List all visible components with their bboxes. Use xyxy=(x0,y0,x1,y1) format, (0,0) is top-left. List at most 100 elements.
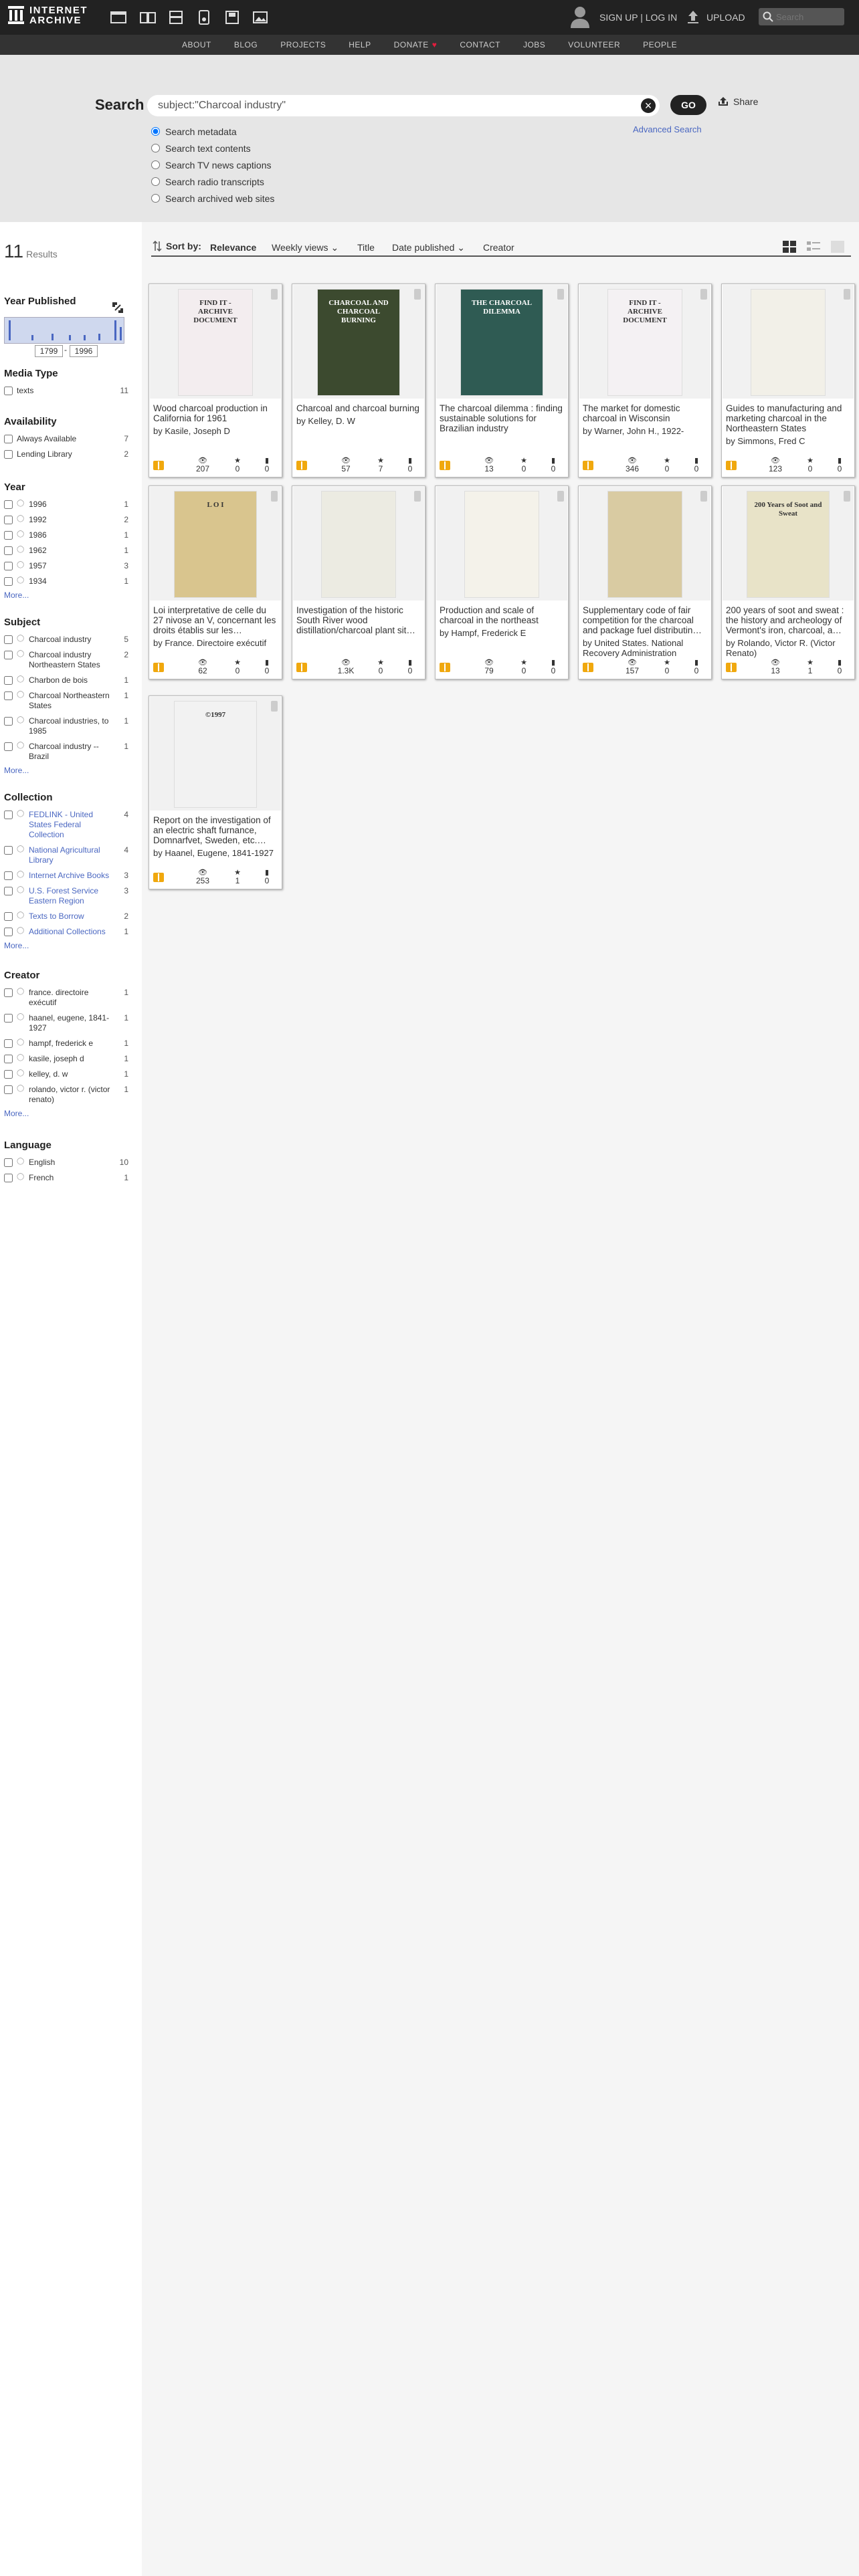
facet-row[interactable]: ◯ 1986 1 xyxy=(4,530,128,540)
facet-checkbox[interactable] xyxy=(4,1055,13,1063)
facet-checkbox[interactable] xyxy=(4,912,13,921)
tile-title[interactable]: Guides to manufacturing and marketing ch… xyxy=(726,403,850,433)
tile-thumbnail[interactable] xyxy=(579,487,710,601)
bookmark-icon[interactable] xyxy=(271,701,278,712)
search-icon[interactable] xyxy=(763,11,773,22)
facet-row[interactable]: Always Available 7 xyxy=(4,434,128,444)
facet-checkbox[interactable] xyxy=(4,811,13,819)
eye-icon[interactable]: ◯ xyxy=(17,1013,26,1021)
result-tile[interactable]: Supplementary code of fair competition f… xyxy=(578,486,712,679)
result-tile[interactable]: FIND IT - ARCHIVE DOCUMENT The market for… xyxy=(578,284,712,477)
signup-login-link[interactable]: SIGN UP | LOG IN xyxy=(599,12,677,23)
upload-icon[interactable] xyxy=(686,9,700,24)
facet-checkbox[interactable] xyxy=(4,435,13,443)
nav-donate[interactable]: DONATE ♥ xyxy=(394,40,438,49)
tile-thumbnail[interactable]: CHARCOAL AND CHARCOAL BURNING xyxy=(293,285,424,399)
expand-icon[interactable] xyxy=(112,302,123,313)
nav-about[interactable]: ABOUT xyxy=(182,40,211,49)
radio-search-web[interactable]: Search archived web sites xyxy=(151,190,274,207)
result-tile[interactable]: L O I Loi interpretative de celle du 27 n… xyxy=(149,486,282,679)
radio-input[interactable] xyxy=(151,160,160,169)
nav-blog[interactable]: BLOG xyxy=(234,40,258,49)
eye-icon[interactable]: ◯ xyxy=(17,635,26,642)
nav-people[interactable]: PEOPLE xyxy=(643,40,677,49)
facet-row[interactable]: ◯ rolando, victor r. (victor renato) 1 xyxy=(4,1085,128,1105)
facet-row[interactable]: ◯ Charcoal industry Northeastern States 2 xyxy=(4,650,128,670)
eye-icon[interactable]: ◯ xyxy=(17,871,26,878)
result-tile[interactable]: Investigation of the historic South Rive… xyxy=(292,486,425,679)
facet-checkbox[interactable] xyxy=(4,577,13,586)
nav-projects[interactable]: PROJECTS xyxy=(280,40,326,49)
tile-thumbnail[interactable]: FIND IT - ARCHIVE DOCUMENT xyxy=(579,285,710,399)
facet-row[interactable]: ◯ 1957 3 xyxy=(4,561,128,571)
facet-row[interactable]: ◯ National Agricultural Library 4 xyxy=(4,845,128,865)
eye-icon[interactable]: ◯ xyxy=(17,845,26,853)
tile-title[interactable]: Production and scale of charcoal in the … xyxy=(440,605,564,625)
more-link[interactable]: More... xyxy=(4,591,128,600)
facet-row[interactable]: Lending Library 2 xyxy=(4,449,128,459)
software-icon[interactable] xyxy=(223,9,241,25)
sort-date-published[interactable]: Date published ⌄ xyxy=(392,242,465,253)
facet-row[interactable]: ◯ English 10 xyxy=(4,1158,128,1168)
eye-icon[interactable]: ◯ xyxy=(17,500,26,507)
radio-search-tv[interactable]: Search TV news captions xyxy=(151,156,274,173)
tile-thumbnail[interactable]: L O I xyxy=(150,487,281,601)
facet-checkbox[interactable] xyxy=(4,635,13,644)
facet-row[interactable]: ◯ Charcoal industries, to 1985 1 xyxy=(4,716,128,736)
eye-icon[interactable]: ◯ xyxy=(17,911,26,919)
result-tile[interactable]: FIND IT - ARCHIVE DOCUMENT Wood charcoal … xyxy=(149,284,282,477)
facet-row[interactable]: ◯ Internet Archive Books 3 xyxy=(4,871,128,881)
bookmark-icon[interactable] xyxy=(844,289,850,300)
eye-icon[interactable]: ◯ xyxy=(17,1158,26,1165)
radio-input[interactable] xyxy=(151,194,160,203)
tile-creator[interactable]: by Rolando, Victor R. (Victor Renato) xyxy=(726,638,850,658)
tile-title[interactable]: Loi interpretative de celle du 27 nivose… xyxy=(153,605,278,635)
nav-help[interactable]: HELP xyxy=(349,40,371,49)
more-link[interactable]: More... xyxy=(4,766,128,775)
top-search-box[interactable] xyxy=(759,8,844,25)
bookmark-icon[interactable] xyxy=(271,289,278,300)
facet-checkbox[interactable] xyxy=(4,691,13,700)
facet-checkbox[interactable] xyxy=(4,1070,13,1079)
search-query-input[interactable] xyxy=(158,98,626,113)
year-histogram[interactable]: 1799 - 1996 xyxy=(4,302,124,357)
audio-icon[interactable] xyxy=(195,9,213,25)
tile-creator[interactable]: by Kasile, Joseph D xyxy=(153,426,278,436)
facet-row[interactable]: ◯ 1962 1 xyxy=(4,546,128,556)
video-icon[interactable] xyxy=(167,9,185,25)
facet-row[interactable]: ◯ FEDLINK - United States Federal Collect… xyxy=(4,810,128,840)
tile-creator[interactable]: by Simmons, Fred C xyxy=(726,436,850,446)
facet-checkbox[interactable] xyxy=(4,500,13,509)
compact-view-icon[interactable] xyxy=(830,239,846,254)
eye-icon[interactable]: ◯ xyxy=(17,1039,26,1046)
facet-checkbox[interactable] xyxy=(4,1014,13,1023)
result-tile[interactable]: Production and scale of charcoal in the … xyxy=(435,486,569,679)
bookmark-icon[interactable] xyxy=(700,491,707,502)
tile-title[interactable]: Report on the investigation of an electr… xyxy=(153,815,278,845)
tile-creator[interactable]: by Haanel, Eugene, 1841-1927 xyxy=(153,848,278,858)
tile-title[interactable]: Charcoal and charcoal burning xyxy=(296,403,421,413)
facet-checkbox[interactable] xyxy=(4,1039,13,1048)
bookmark-icon[interactable] xyxy=(414,289,421,300)
nav-contact[interactable]: CONTACT xyxy=(460,40,500,49)
facet-row[interactable]: ◯ kasile, joseph d 1 xyxy=(4,1054,128,1064)
facet-row[interactable]: ◯ 1996 1 xyxy=(4,500,128,510)
tile-title[interactable]: 200 years of soot and sweat : the histor… xyxy=(726,605,850,635)
clear-search-icon[interactable]: × xyxy=(641,98,656,113)
facet-row[interactable]: ◯ Texts to Borrow 2 xyxy=(4,911,128,922)
advanced-search-link[interactable]: Advanced Search xyxy=(633,124,702,134)
images-icon[interactable] xyxy=(252,9,269,25)
eye-icon[interactable]: ◯ xyxy=(17,810,26,817)
facet-row[interactable]: ◯ French 1 xyxy=(4,1173,128,1183)
tile-thumbnail[interactable] xyxy=(723,285,854,399)
tile-title[interactable]: The market for domestic charcoal in Wisc… xyxy=(583,403,707,423)
facet-label[interactable]: Additional Collections xyxy=(29,927,114,937)
result-tile[interactable]: CHARCOAL AND CHARCOAL BURNING Charcoal an… xyxy=(292,284,425,477)
result-tile[interactable]: 200 Years of Soot and Sweat 200 years of … xyxy=(721,486,855,679)
eye-icon[interactable]: ◯ xyxy=(17,515,26,522)
eye-icon[interactable]: ◯ xyxy=(17,691,26,698)
facet-label[interactable]: U.S. Forest Service Eastern Region xyxy=(29,886,114,906)
tile-thumbnail[interactable]: ©1997 xyxy=(150,697,281,811)
facet-checkbox[interactable] xyxy=(4,1174,13,1182)
facet-label[interactable]: Texts to Borrow xyxy=(29,911,114,922)
